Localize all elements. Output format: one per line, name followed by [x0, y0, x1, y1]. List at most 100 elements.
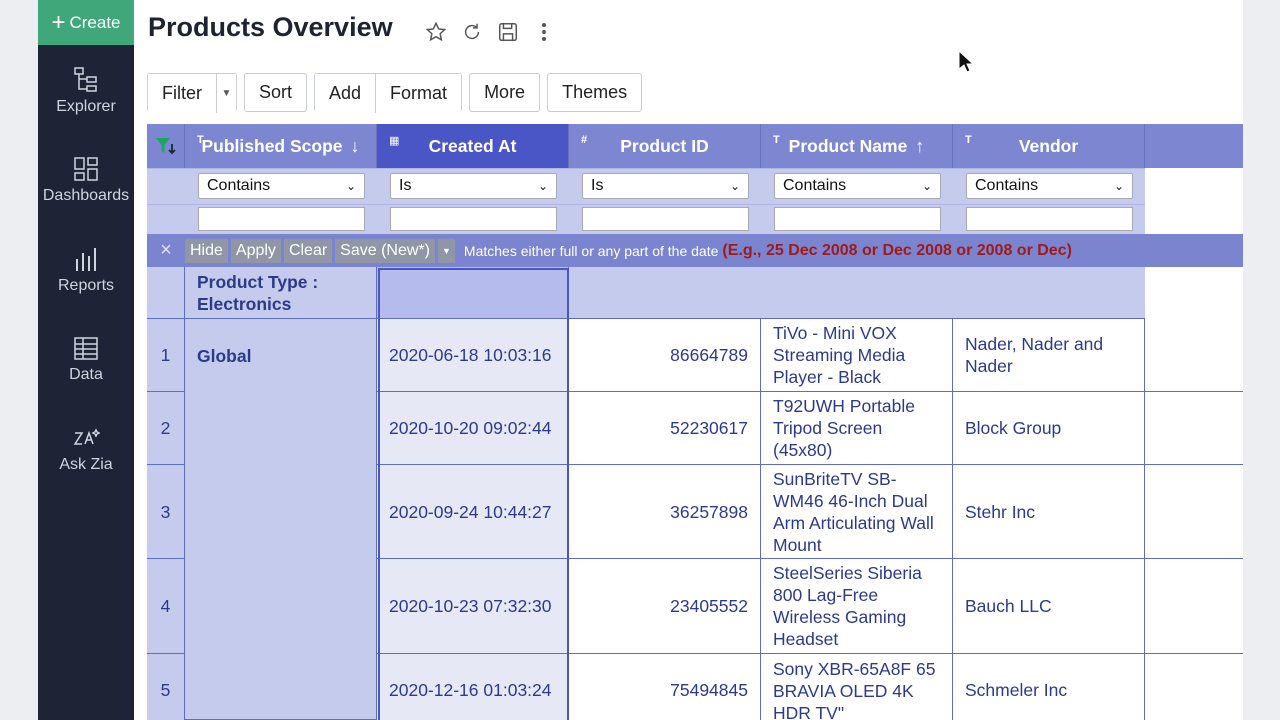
column-header-product-name[interactable]: T Product Name ↑	[761, 124, 953, 168]
created-at-cell[interactable]: 2020-12-16 01:03:24	[377, 654, 569, 720]
text-type-icon: T	[197, 134, 204, 146]
row-number: 1	[147, 319, 185, 392]
product-name-cell[interactable]: SunBriteTV SB-WM46 46-Inch Dual Arm Arti…	[761, 465, 953, 559]
toolbar: Filter ▼ Sort Add Format More Themes	[147, 73, 643, 113]
data-table: T Published Scope ↓ ▦ Created At # Produ…	[147, 124, 1243, 720]
filter-select-vendor[interactable]: Contains ⌄	[966, 173, 1133, 199]
filter-select-product-name[interactable]: Contains ⌄	[774, 173, 941, 199]
title-actions	[424, 20, 556, 44]
sidebar-item-dashboards[interactable]: Dashboards	[38, 155, 134, 235]
chevron-down-icon: ⌄	[537, 179, 548, 193]
vendor-cell[interactable]: Schmeler Inc	[953, 654, 1145, 720]
vendor-cell[interactable]: Block Group	[953, 392, 1145, 465]
created-at-cell[interactable]: 2020-10-23 07:32:30	[377, 559, 569, 654]
group-spacer	[569, 267, 1145, 319]
close-icon[interactable]: ×	[147, 239, 185, 262]
product-id-cell[interactable]: 23405552	[569, 559, 761, 654]
sidebar-item-ask-zia[interactable]: Ask Zia	[38, 424, 134, 504]
sidebar-item-label: Explorer	[56, 98, 116, 115]
vendor-cell[interactable]: Nader, Nader and Nader	[953, 319, 1145, 392]
sidebar-item-data[interactable]: Data	[38, 334, 134, 414]
empty-cell	[1145, 654, 1243, 720]
filter-example: (E.g., 25 Dec 2008 or Dec 2008 or 2008 o…	[722, 241, 1072, 259]
product-id-cell[interactable]: 86664789	[569, 319, 761, 392]
save-icon[interactable]	[496, 20, 520, 44]
refresh-icon[interactable]	[460, 20, 484, 44]
number-type-icon: #	[581, 134, 588, 146]
empty-cell	[1145, 319, 1243, 392]
empty-cell	[1145, 465, 1243, 559]
chevron-down-icon: ⌄	[921, 179, 932, 193]
column-label: Published Scope	[201, 135, 343, 156]
product-id-cell[interactable]: 52230617	[569, 392, 761, 465]
column-header-published-scope[interactable]: T Published Scope ↓	[185, 124, 377, 168]
hide-button[interactable]: Hide	[185, 238, 228, 263]
filter-select-published-scope[interactable]: Contains ⌄	[198, 173, 365, 199]
sidebar-item-reports[interactable]: Reports	[38, 245, 134, 325]
sidebar-item-explorer[interactable]: Explorer	[38, 66, 134, 146]
group-label: Product Type : Electronics	[185, 267, 377, 319]
ask-zia-icon	[73, 428, 100, 445]
filter-select-created-at[interactable]: Is ⌄	[390, 173, 557, 199]
chevron-down-icon: ⌄	[729, 179, 740, 193]
reports-icon	[76, 248, 96, 271]
star-icon[interactable]	[424, 20, 448, 44]
filter-input-product-id[interactable]	[582, 207, 749, 231]
plus-icon: +	[51, 8, 66, 36]
filter-select-product-id[interactable]: Is ⌄	[582, 173, 749, 199]
select-value: Is	[591, 177, 604, 194]
left-margin	[0, 0, 38, 720]
created-at-cell[interactable]: 2020-09-24 10:44:27	[377, 465, 569, 559]
filter-button[interactable]: Filter	[148, 74, 216, 113]
add-button[interactable]: Add	[315, 74, 376, 113]
filter-dropdown-button[interactable]: ▼	[216, 74, 236, 113]
filter-input-product-name[interactable]	[774, 207, 941, 231]
filter-input-created-at[interactable]	[390, 207, 557, 231]
apply-button[interactable]: Apply	[230, 238, 281, 263]
product-id-cell[interactable]: 36257898	[569, 465, 761, 559]
column-header-vendor[interactable]: T Vendor	[953, 124, 1145, 168]
clear-button[interactable]: Clear	[283, 238, 333, 263]
sidebar-item-label: Ask Zia	[59, 456, 113, 473]
created-at-cell[interactable]: 2020-06-18 10:03:16	[377, 319, 569, 392]
main-panel: Products Overview Filter ▼ Sort Add Form…	[134, 0, 1243, 720]
vendor-cell[interactable]: Bauch LLC	[953, 559, 1145, 654]
filter-toggle-header[interactable]	[147, 124, 185, 168]
filter-funnel-icon	[155, 138, 176, 155]
format-button[interactable]: Format	[375, 74, 462, 113]
save-new-button[interactable]: Save (New*)	[335, 238, 435, 263]
column-header-product-id[interactable]: # Product ID	[569, 124, 761, 168]
vendor-cell[interactable]: Stehr Inc	[953, 465, 1145, 559]
scope-group-cell: Global	[185, 319, 377, 720]
caret-down-icon: ▼	[441, 245, 451, 256]
column-header-empty	[1145, 124, 1243, 168]
create-label: Create	[69, 12, 121, 32]
page-title: Products Overview	[148, 12, 393, 42]
filter-input-published-scope[interactable]	[198, 207, 365, 231]
sort-button[interactable]: Sort	[244, 73, 308, 112]
product-id-cell[interactable]: 75494845	[569, 654, 761, 720]
column-label: Product Name	[788, 135, 908, 156]
more-vertical-icon[interactable]	[532, 20, 556, 44]
right-margin	[1243, 0, 1280, 720]
create-button[interactable]: + Create	[38, 0, 134, 45]
product-name-cell[interactable]: SteelSeries Siberia 800 Lag-Free Wireles…	[761, 559, 953, 654]
product-name-cell[interactable]: TiVo - Mini VOX Streaming Media Player -…	[761, 319, 953, 392]
chevron-down-icon: ⌄	[1113, 179, 1124, 193]
row-number: 2	[147, 392, 185, 465]
filter-action-bar: × Hide Apply Clear Save (New*) ▼ Matches…	[147, 234, 1243, 267]
column-header-created-at[interactable]: ▦ Created At	[377, 124, 569, 168]
save-dropdown-button[interactable]: ▼	[437, 238, 455, 263]
product-name-cell[interactable]: Sony XBR-65A8F 65 BRAVIA OLED 4K HDR TV"	[761, 654, 953, 720]
product-name-cell[interactable]: T92UWH Portable Tripod Screen (45x80)	[761, 392, 953, 465]
filter-group: Filter ▼	[147, 73, 237, 113]
add-format-group: Add Format	[314, 73, 463, 113]
themes-button[interactable]: Themes	[547, 73, 643, 112]
created-at-cell[interactable]: 2020-10-20 09:02:44	[377, 392, 569, 465]
filter-input-vendor[interactable]	[966, 207, 1133, 231]
group-row-number	[147, 267, 185, 319]
more-button[interactable]: More	[469, 73, 541, 112]
row-number: 3	[147, 465, 185, 559]
sidebar-item-label: Dashboards	[42, 187, 130, 204]
data-icon	[74, 337, 98, 360]
